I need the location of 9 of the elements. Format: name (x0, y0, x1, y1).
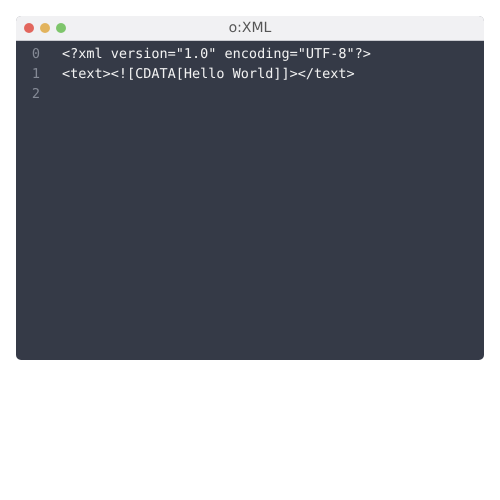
maximize-button[interactable] (56, 23, 66, 33)
code-line: <?xml version="1.0" encoding="UTF-8"?> (62, 46, 371, 62)
close-button[interactable] (24, 23, 34, 33)
line-number: 1 (30, 66, 40, 82)
window-title: o:XML (228, 20, 272, 36)
line-number: 0 (30, 46, 40, 62)
line-number: 2 (30, 86, 40, 102)
code-line: <text><![CDATA[Hello World]]></text> (62, 66, 355, 82)
minimize-button[interactable] (40, 23, 50, 33)
